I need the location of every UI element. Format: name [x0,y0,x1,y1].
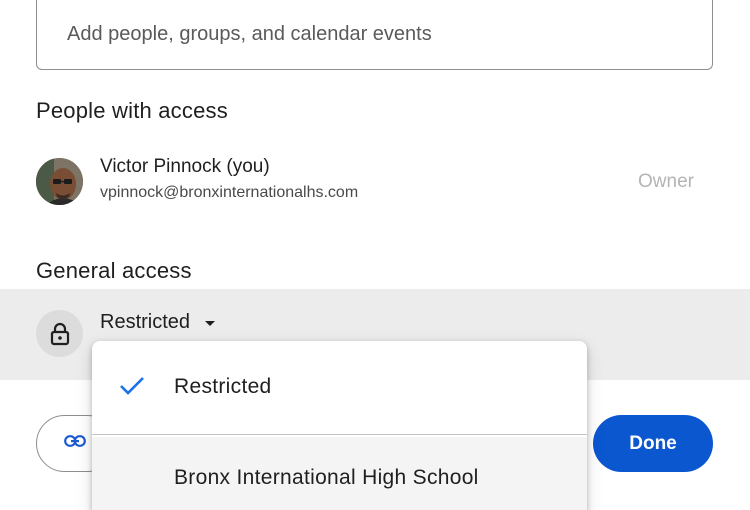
person-email: vpinnock@bronxinternationalhs.com [100,184,359,201]
person-role: Owner [638,171,694,192]
chevron-down-icon [204,311,216,334]
add-people-placeholder: Add people, groups, and calendar events [67,23,432,45]
general-access-selected: Restricted [100,310,191,333]
person-row: Victor Pinnock (you) vpinnock@bronxinter… [36,155,696,207]
dropdown-option-label: Restricted [174,375,272,398]
general-access-heading: General access [36,258,192,283]
dropdown-divider [92,434,587,435]
dropdown-option-label: Bronx International High School [174,466,479,489]
checkmark-icon [119,376,145,402]
done-button[interactable]: Done [593,415,713,472]
general-access-select[interactable]: Restricted [100,309,216,335]
person-name: Victor Pinnock (you) [100,156,270,177]
dropdown-option-school[interactable]: Bronx International High School [92,437,587,510]
link-icon [64,434,86,453]
people-with-access-heading: People with access [36,98,228,123]
add-people-input[interactable]: Add people, groups, and calendar events [36,0,713,70]
general-access-dropdown: Restricted Bronx International High Scho… [92,341,587,510]
lock-icon [36,310,83,357]
avatar [36,158,83,205]
dropdown-option-restricted[interactable]: Restricted [92,341,587,434]
